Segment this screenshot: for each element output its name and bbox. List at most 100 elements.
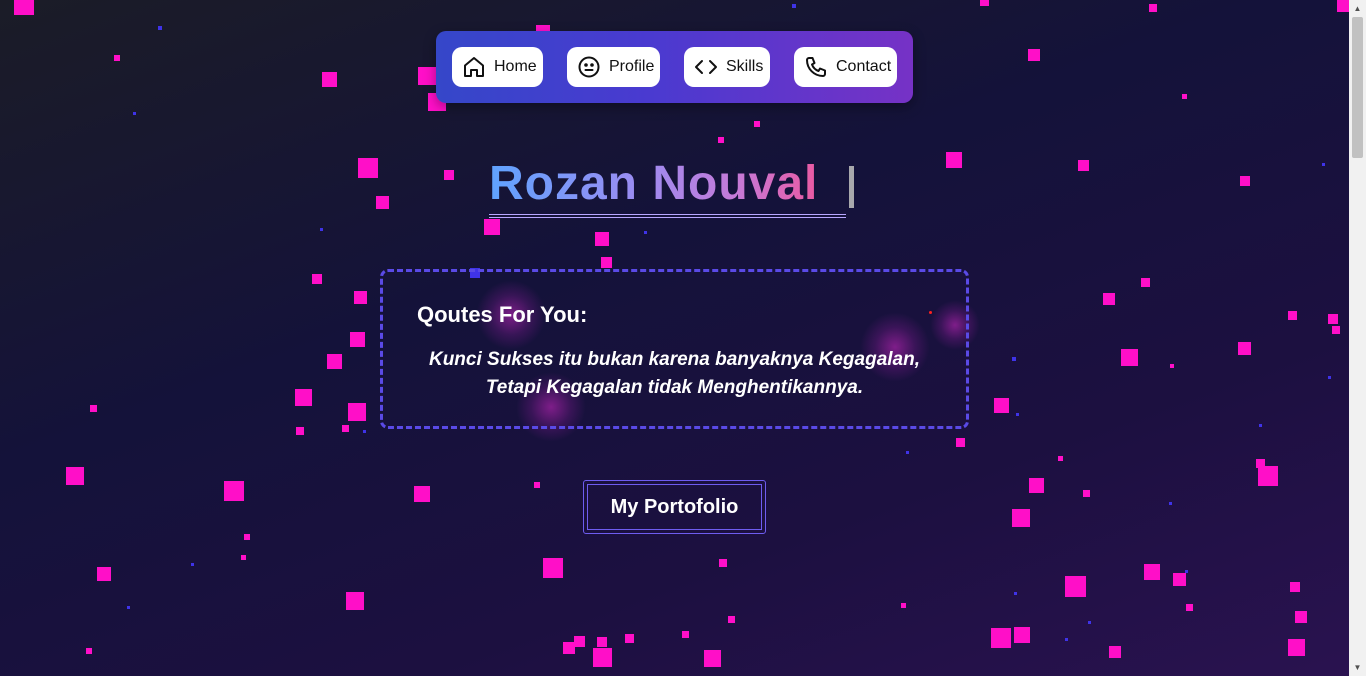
- particle-square: [1322, 163, 1325, 166]
- scrollbar[interactable]: ▲ ▼: [1349, 0, 1366, 676]
- particle-square: [66, 467, 84, 485]
- particle-square: [1012, 509, 1030, 527]
- particle-square: [956, 438, 965, 447]
- particle-square: [1103, 293, 1115, 305]
- particle-square: [1328, 376, 1331, 379]
- nav-home-button[interactable]: Home: [452, 47, 543, 87]
- particle-square: [543, 558, 563, 578]
- particle-square: [1170, 364, 1174, 368]
- particle-square: [1185, 570, 1188, 573]
- particle-square: [444, 170, 454, 180]
- particle-square: [224, 481, 244, 501]
- particle-square: [946, 152, 962, 168]
- particle-square: [127, 606, 130, 609]
- nav-contact-label: Contact: [836, 58, 892, 75]
- particle-square: [719, 559, 727, 567]
- nav-profile-button[interactable]: Profile: [567, 47, 660, 87]
- particle-square: [346, 592, 364, 610]
- particle-square: [1149, 4, 1157, 12]
- particle-square: [901, 603, 906, 608]
- particle-square: [376, 196, 389, 209]
- particle-square: [1259, 424, 1262, 427]
- particle-square: [792, 4, 796, 8]
- particle-square: [358, 158, 378, 178]
- portfolio-button-label: My Portofolio: [610, 495, 739, 518]
- particle-square: [980, 0, 989, 6]
- particle-square: [312, 274, 322, 284]
- quote-line-1: Kunci Sukses itu bukan karena banyaknya …: [428, 349, 920, 370]
- particle-square: [595, 232, 609, 246]
- particle-square: [1182, 94, 1187, 99]
- particle-square: [593, 648, 612, 667]
- particle-square: [625, 634, 634, 643]
- particle-square: [1014, 627, 1030, 643]
- quote-heading: Qoutes For You:: [417, 302, 588, 327]
- particle-square: [534, 482, 540, 488]
- nav-profile-label: Profile: [609, 58, 655, 75]
- particle-square: [320, 228, 323, 231]
- quote-box: Qoutes For You: Kunci Sukses itu bukan k…: [380, 269, 969, 429]
- nav-home-label: Home: [494, 58, 537, 75]
- particle-square: [1332, 326, 1340, 334]
- particle-square: [1173, 573, 1186, 586]
- particle-square: [354, 291, 367, 304]
- nav-skills-label: Skills: [726, 58, 764, 75]
- particle-square: [601, 257, 612, 268]
- particle-square: [704, 650, 721, 667]
- decorative-dot: [929, 311, 932, 314]
- quote-text: Kunci Sukses itu bukan karena banyaknya …: [403, 346, 946, 402]
- particle-square: [754, 121, 760, 127]
- particle-square: [295, 389, 312, 406]
- particle-square: [133, 112, 136, 115]
- particle-square: [1288, 311, 1297, 320]
- particle-square: [363, 430, 366, 433]
- code-icon: [694, 55, 718, 79]
- particle-square: [158, 26, 162, 30]
- particle-square: [994, 398, 1009, 413]
- nav-skills-button[interactable]: Skills: [684, 47, 770, 87]
- particle-square: [348, 403, 366, 421]
- scroll-down-icon[interactable]: ▼: [1349, 659, 1366, 676]
- particle-square: [1121, 349, 1138, 366]
- particle-square: [1058, 456, 1063, 461]
- particle-square: [342, 425, 349, 432]
- particle-square: [1014, 592, 1017, 595]
- particle-square: [718, 137, 724, 143]
- title-underline: [489, 214, 846, 218]
- scroll-thumb[interactable]: [1352, 17, 1363, 158]
- particle-square: [1065, 638, 1068, 641]
- particle-square: [1238, 342, 1251, 355]
- particle-square: [97, 567, 111, 581]
- particle-square: [90, 405, 97, 412]
- particle-square: [14, 0, 34, 15]
- particle-square: [484, 219, 500, 235]
- hero-title: Rozan Nouval: [489, 157, 819, 210]
- particle-square: [1186, 604, 1193, 611]
- particle-square: [574, 636, 585, 647]
- particle-square: [563, 642, 575, 654]
- particle-square: [1258, 466, 1278, 486]
- particle-square: [1065, 576, 1086, 597]
- particle-square: [1141, 278, 1150, 287]
- particle-square: [1109, 646, 1121, 658]
- nav-contact-button[interactable]: Contact: [794, 47, 897, 87]
- quote-line-2: Tetapi Kegagalan tidak Menghentikannya.: [485, 377, 864, 398]
- particle-square: [1088, 621, 1091, 624]
- scroll-up-icon[interactable]: ▲: [1349, 0, 1366, 17]
- particle-square: [728, 616, 735, 623]
- particle-square: [682, 631, 689, 638]
- particle-square: [906, 451, 909, 454]
- particle-square: [597, 637, 607, 647]
- particle-square: [1295, 611, 1307, 623]
- particle-square: [1012, 357, 1016, 361]
- particle-square: [114, 55, 120, 61]
- particle-square: [1328, 314, 1338, 324]
- particle-square: [1029, 478, 1044, 493]
- particle-square: [414, 486, 430, 502]
- particle-square: [1078, 160, 1089, 171]
- particle-square: [322, 72, 337, 87]
- particle-square: [1028, 49, 1040, 61]
- portfolio-button[interactable]: My Portofolio: [583, 480, 766, 534]
- particle-square: [327, 354, 342, 369]
- particle-square: [86, 648, 92, 654]
